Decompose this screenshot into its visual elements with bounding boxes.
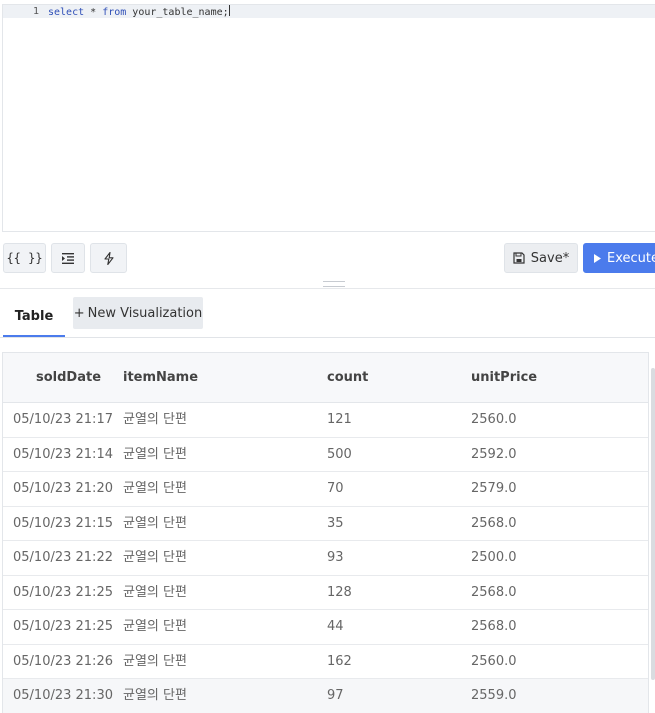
table-cell: 35 [327, 515, 344, 531]
table-row[interactable]: 05/10/23 21:26 균열의 단편 162 2560.0 [3, 644, 648, 679]
column-header-solddate[interactable]: soldDate [36, 353, 101, 402]
lightning-icon [103, 251, 114, 265]
table-cell: 05/10/23 21:26 [13, 653, 113, 669]
table-cell: 05/10/23 21:17 [13, 412, 113, 427]
tab-table-label: Table [14, 308, 54, 324]
execute-button[interactable]: Execute [583, 243, 655, 273]
table-cell: 2560.0 [471, 412, 517, 427]
new-visualization-label: New Visualization [87, 305, 203, 321]
new-visualization-button[interactable]: + New Visualization [73, 297, 203, 329]
table-cell: 05/10/23 21:15 [13, 515, 113, 531]
column-header-itemname[interactable]: itemName [123, 353, 198, 402]
table-cell: 05/10/23 21:30 [13, 688, 113, 703]
table-row[interactable]: 05/10/23 21:17 균열의 단편 121 2560.0 [3, 403, 648, 438]
table-cell: 2560.0 [471, 653, 517, 669]
table-cell: 균열의 단편 [123, 550, 187, 565]
table-row[interactable]: 05/10/23 21:14 균열의 단편 500 2592.0 [3, 437, 648, 472]
table-cell: 97 [327, 688, 344, 703]
table-cell: 121 [327, 412, 352, 427]
table-cell: 05/10/23 21:22 [13, 550, 113, 565]
plus-icon: + [73, 305, 85, 321]
execute-label: Execute [607, 250, 655, 266]
table-cell: 2568.0 [471, 619, 517, 634]
keyword-select: select [48, 7, 85, 18]
table-cell: 70 [327, 481, 344, 496]
table-cell: 균열의 단편 [123, 584, 187, 600]
query-text[interactable]: select * from your_table_name; [48, 5, 230, 18]
table-cell: 44 [327, 619, 344, 634]
keyword-from: from [102, 7, 127, 18]
table-cell: 500 [327, 446, 352, 462]
save-button[interactable]: Save* [504, 243, 578, 273]
tab-table[interactable]: Table [3, 297, 65, 337]
format-query-button[interactable]: {{ }} [3, 243, 46, 273]
table-cell: 균열의 단편 [123, 515, 187, 531]
table-cell: 2500.0 [471, 550, 517, 565]
results-table: soldDate itemName count unitPrice 05/10/… [2, 352, 649, 713]
table-cell: 균열의 단편 [123, 653, 187, 669]
tabs-divider [0, 337, 655, 338]
table-cell: 05/10/23 21:14 [13, 446, 113, 462]
table-cell: 균열의 단편 [123, 481, 187, 496]
table-name-token: your_table_name; [126, 7, 229, 18]
indent-button[interactable] [51, 243, 85, 273]
table-cell: 2592.0 [471, 446, 517, 462]
table-cell: 2559.0 [471, 688, 517, 703]
star-token: * [84, 7, 103, 18]
table-cell: 05/10/23 21:25 [13, 584, 113, 600]
autocomplete-button[interactable] [90, 243, 127, 273]
line-number: 1 [32, 6, 39, 17]
floppy-disk-icon [513, 252, 525, 264]
column-header-unitprice[interactable]: unitPrice [471, 353, 537, 402]
table-row[interactable]: 05/10/23 21:25 균열의 단편 128 2568.0 [3, 575, 648, 610]
format-braces-label: {{ }} [6, 251, 43, 265]
table-cell: 2568.0 [471, 584, 517, 600]
table-cell: 05/10/23 21:20 [13, 481, 113, 496]
table-scrollbar[interactable] [651, 368, 655, 680]
play-icon [594, 253, 601, 263]
table-row[interactable]: 05/10/23 21:22 균열의 단편 93 2500.0 [3, 541, 648, 576]
table-cell: 128 [327, 584, 352, 600]
table-row[interactable]: 05/10/23 21:30 균열의 단편 97 2559.0 [3, 679, 648, 713]
panel-divider [0, 288, 655, 289]
indent-icon [62, 252, 74, 264]
table-header: soldDate itemName count unitPrice [3, 353, 648, 403]
table-row[interactable]: 05/10/23 21:20 균열의 단편 70 2579.0 [3, 472, 648, 507]
table-cell: 균열의 단편 [123, 688, 187, 703]
sql-editor[interactable]: 1 select * from your_table_name; [2, 4, 655, 232]
save-label: Save* [530, 250, 570, 266]
table-cell: 균열의 단편 [123, 446, 187, 462]
table-cell: 93 [327, 550, 344, 565]
table-cell: 162 [327, 653, 352, 669]
table-cell: 2568.0 [471, 515, 517, 531]
column-header-count[interactable]: count [327, 353, 368, 402]
panel-resize-handle[interactable] [323, 281, 345, 287]
table-row[interactable]: 05/10/23 21:25 균열의 단편 44 2568.0 [3, 610, 648, 645]
table-cell: 2579.0 [471, 481, 517, 496]
text-cursor [228, 5, 230, 16]
table-cell: 균열의 단편 [123, 619, 187, 634]
table-cell: 05/10/23 21:25 [13, 619, 113, 634]
table-cell: 균열의 단편 [123, 412, 187, 427]
table-row[interactable]: 05/10/23 21:15 균열의 단편 35 2568.0 [3, 506, 648, 541]
